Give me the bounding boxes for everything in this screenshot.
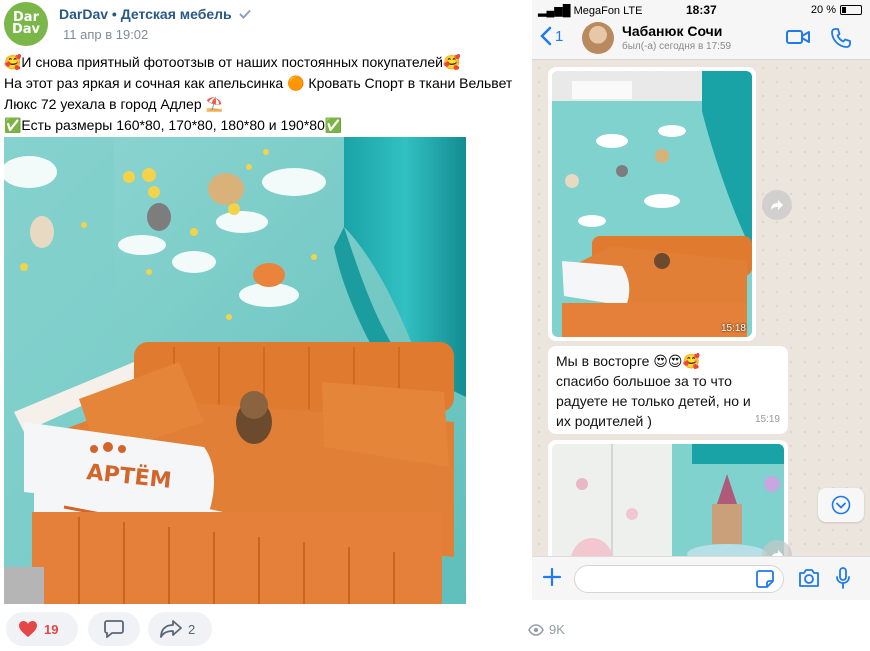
carrier-info: ▂▄▆█ MegaFon LTE bbox=[538, 4, 642, 17]
views-count: 9K bbox=[549, 622, 565, 637]
bed-photo-thumbnail bbox=[552, 71, 752, 337]
scroll-to-bottom-button[interactable] bbox=[818, 488, 864, 522]
attach-button[interactable] bbox=[542, 567, 562, 592]
post-author[interactable]: DarDav • Детская мебель bbox=[59, 6, 251, 22]
like-count: 19 bbox=[44, 621, 59, 637]
post-text-line: На этот раз яркая и сочная как апельсинк… bbox=[4, 75, 513, 91]
author-separator: • bbox=[111, 6, 117, 22]
chat-header: 1 Чабанюк Сочи был(-а) сегодня в 17:59 bbox=[532, 20, 870, 60]
author-name[interactable]: DarDav bbox=[59, 6, 108, 22]
post-text: 🥰И снова приятный фотоотзыв от наших пос… bbox=[4, 52, 530, 136]
vk-post: Dar Dav DarDav • Детская мебель 11 апр в… bbox=[0, 0, 532, 651]
post-text-line: ✅Есть размеры 160*80, 170*80, 180*80 и 1… bbox=[4, 117, 343, 133]
carrier-name: MegaFon bbox=[573, 5, 621, 17]
message-text: Мы в восторге 😍😍🥰 спасибо большое за то … bbox=[556, 353, 751, 429]
contact-name[interactable]: Чабанюк Сочи bbox=[622, 23, 722, 39]
whatsapp-screenshot: ▂▄▆█ MegaFon LTE 18:37 20 % 1 Чабанюк Со… bbox=[532, 0, 870, 600]
forward-button[interactable] bbox=[762, 190, 792, 220]
status-time: 18:37 bbox=[686, 3, 717, 17]
comment-icon bbox=[104, 620, 124, 638]
post-actions: 19 2 bbox=[6, 612, 526, 646]
post-photo[interactable]: АРТЁМ bbox=[4, 137, 466, 604]
video-camera-icon bbox=[786, 30, 810, 44]
battery-icon bbox=[840, 5, 862, 15]
back-button[interactable]: 1 bbox=[540, 26, 563, 46]
photo-message-time: 15:18 bbox=[720, 323, 746, 334]
contact-last-seen: был(-а) сегодня в 17:59 bbox=[622, 41, 732, 52]
post-text-line: Люкс 72 уехала в город Адлер ⛱️ bbox=[4, 96, 223, 112]
group-avatar[interactable]: Dar Dav bbox=[4, 2, 48, 46]
chevron-left-icon bbox=[540, 26, 552, 46]
camera-icon bbox=[799, 569, 819, 587]
forward-icon bbox=[771, 200, 783, 210]
incoming-photo-message[interactable]: 15:18 bbox=[548, 67, 756, 341]
views-counter: 9K bbox=[528, 622, 565, 637]
battery-percent: 20 % bbox=[810, 4, 836, 16]
avatar-text-line2: Dav bbox=[11, 22, 41, 37]
status-bar: ▂▄▆█ MegaFon LTE 18:37 20 % bbox=[532, 0, 870, 20]
message-input[interactable] bbox=[574, 565, 784, 593]
battery-info: 20 % bbox=[811, 4, 862, 16]
plus-icon bbox=[542, 567, 562, 587]
post-header: Dar Dav DarDav • Детская мебель 11 апр в… bbox=[4, 2, 524, 46]
incoming-text-message[interactable]: Мы в восторге 😍😍🥰 спасибо большое за то … bbox=[548, 346, 788, 434]
heart-icon bbox=[19, 621, 37, 637]
post-date[interactable]: 11 апр в 19:02 bbox=[63, 27, 148, 42]
group-name[interactable]: Детская мебель bbox=[121, 6, 232, 22]
chevron-down-icon bbox=[831, 495, 851, 515]
comment-button[interactable] bbox=[88, 612, 140, 646]
like-button[interactable]: 19 bbox=[6, 612, 78, 646]
bed-photo-illustration: АРТЁМ bbox=[4, 137, 466, 604]
video-call-button[interactable] bbox=[786, 28, 810, 51]
signal-icon: ▂▄▆█ bbox=[538, 5, 571, 17]
unread-count: 1 bbox=[555, 27, 564, 45]
message-time: 15:19 bbox=[754, 414, 780, 425]
share-button[interactable]: 2 bbox=[148, 612, 212, 646]
microphone-button[interactable] bbox=[835, 567, 851, 594]
contact-avatar[interactable] bbox=[582, 22, 614, 54]
message-photo[interactable] bbox=[552, 71, 752, 337]
message-input-bar bbox=[532, 556, 870, 600]
microphone-icon bbox=[836, 567, 850, 589]
voice-call-button[interactable] bbox=[831, 28, 851, 53]
eye-icon bbox=[528, 623, 544, 636]
phone-icon bbox=[831, 28, 851, 48]
network-type: LTE bbox=[623, 5, 643, 17]
sticker-icon bbox=[756, 570, 774, 588]
sticker-button[interactable] bbox=[756, 570, 774, 593]
camera-button[interactable] bbox=[798, 568, 820, 593]
share-count: 2 bbox=[188, 621, 196, 637]
share-icon bbox=[160, 620, 182, 638]
post-text-line: 🥰И снова приятный фотоотзыв от наших пос… bbox=[4, 54, 461, 70]
verified-icon bbox=[238, 7, 251, 22]
